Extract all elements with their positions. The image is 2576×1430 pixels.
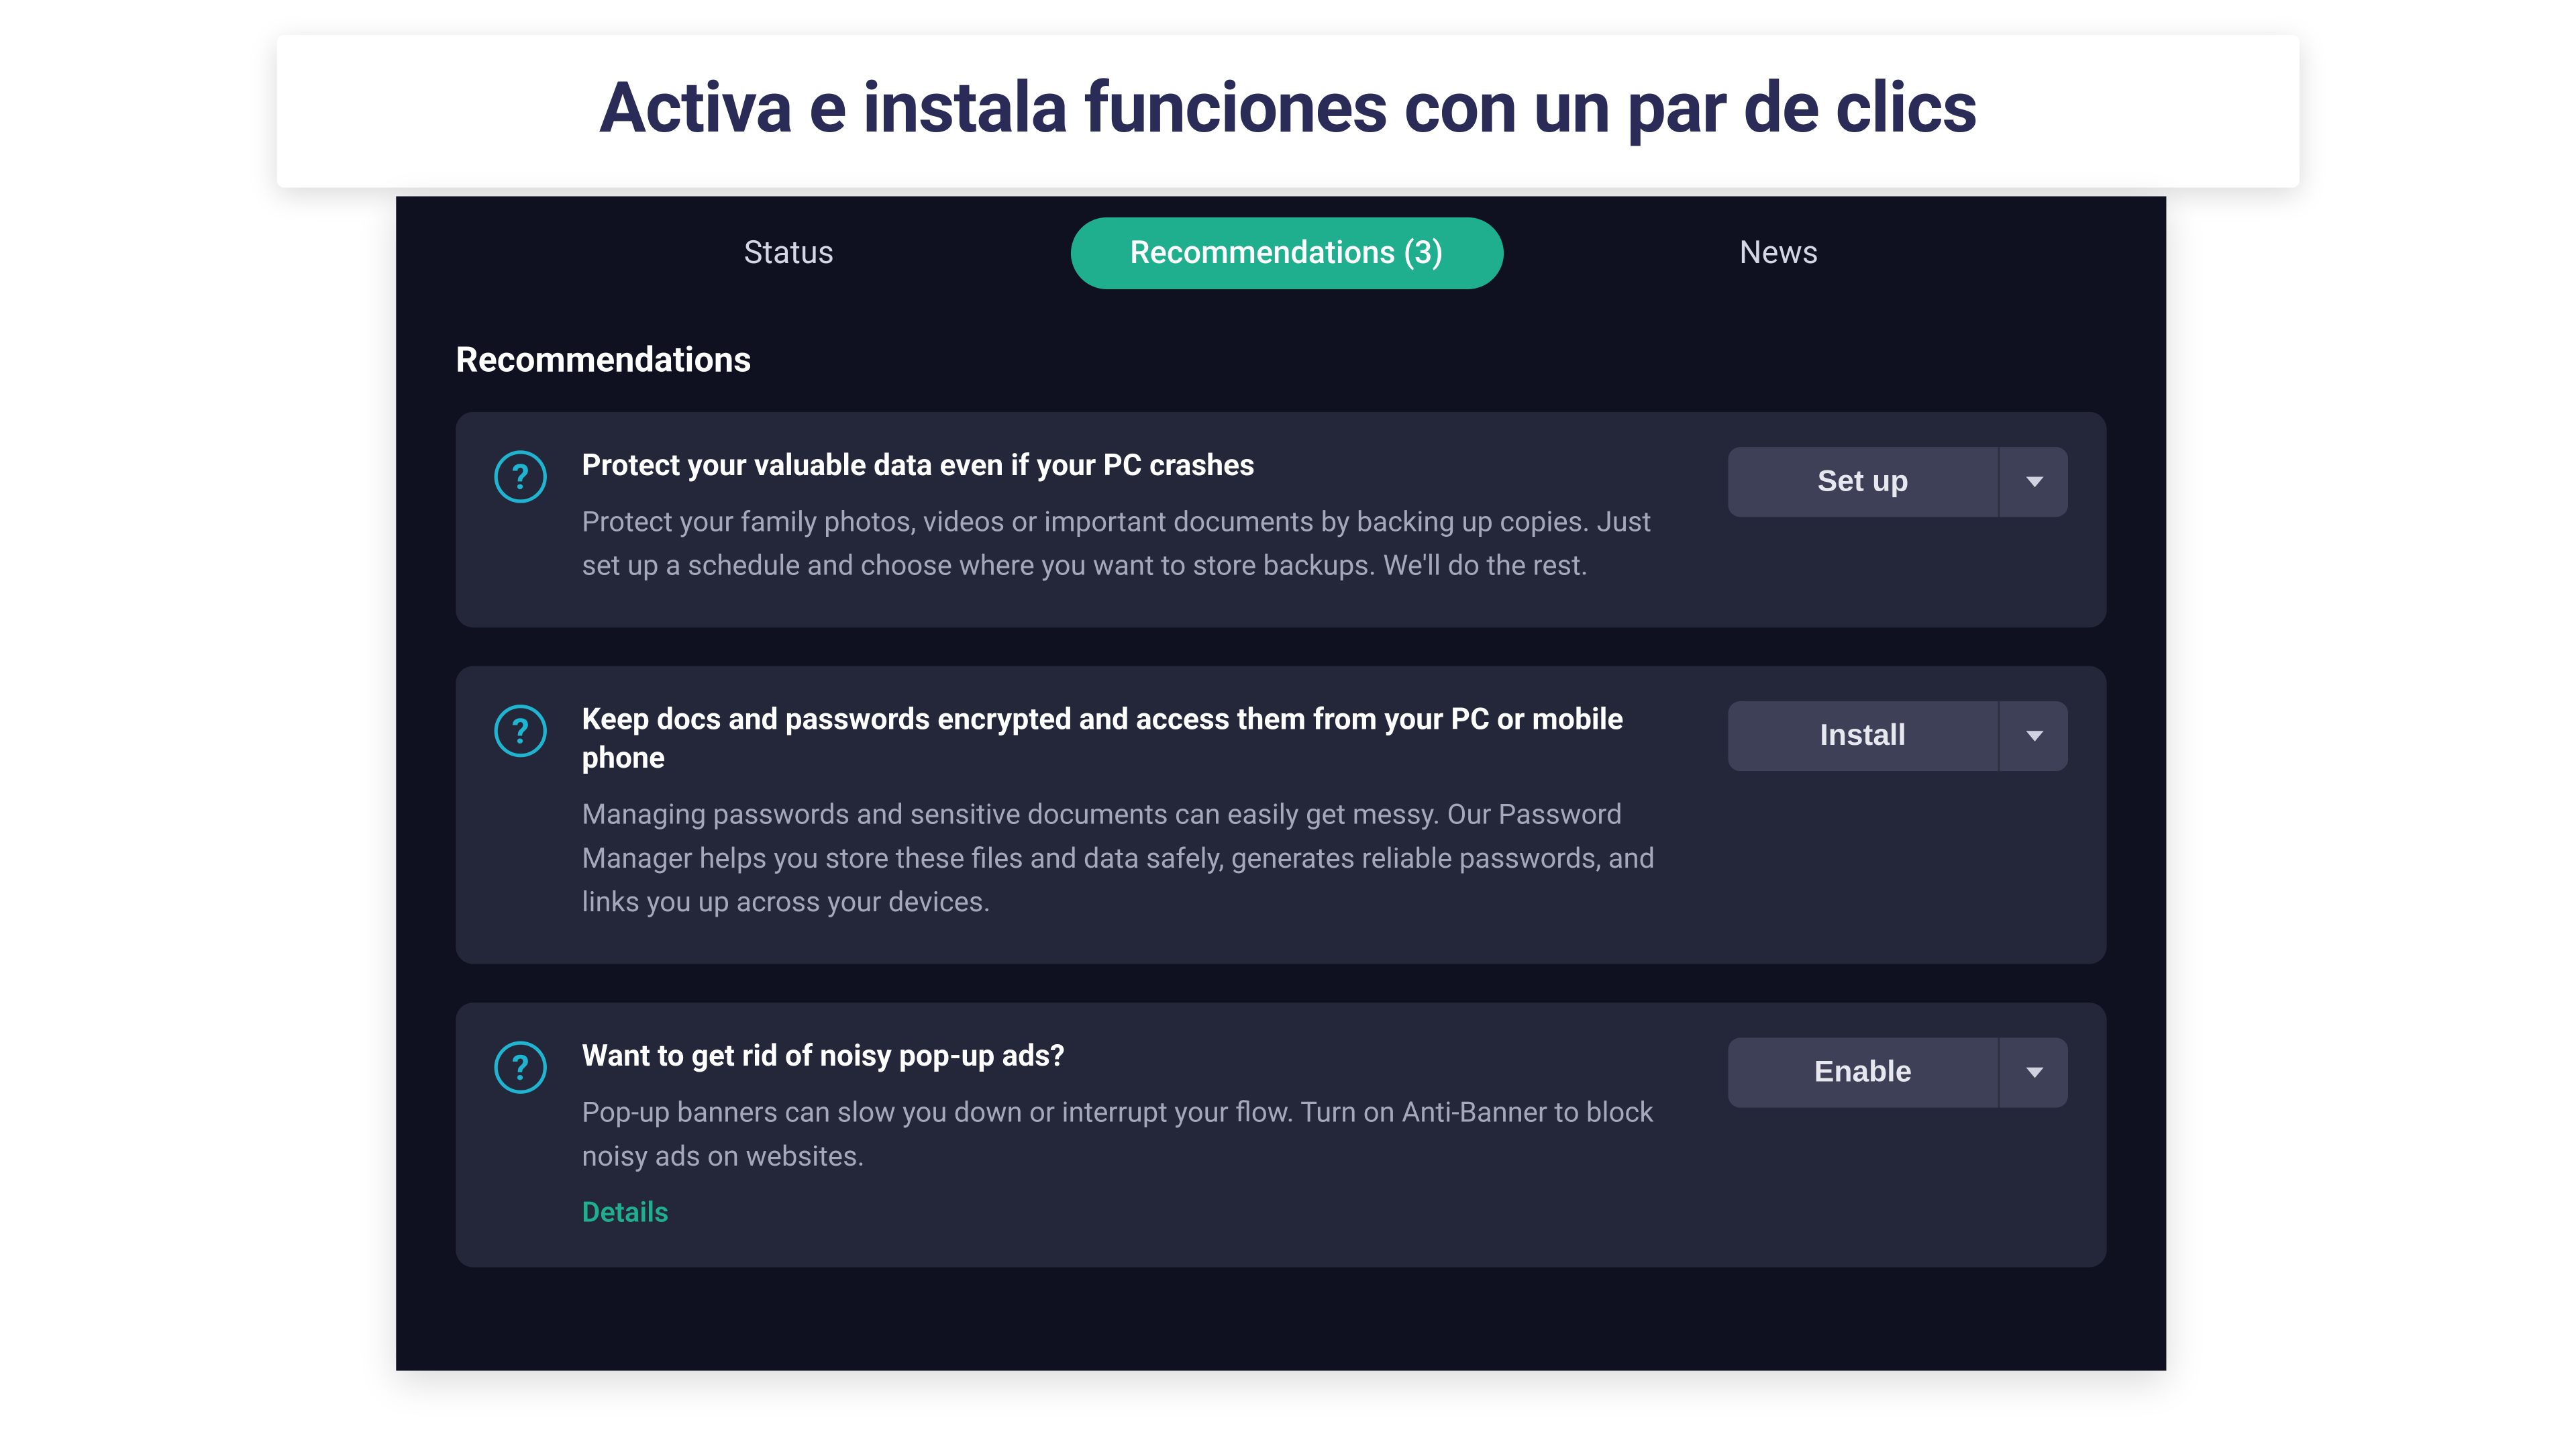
- card-title: Protect your valuable data even if your …: [582, 447, 1679, 487]
- install-button[interactable]: Install: [1728, 701, 1998, 770]
- card-title: Keep docs and passwords encrypted and ac…: [582, 701, 1679, 781]
- section-title: Recommendations: [456, 338, 2107, 380]
- chevron-down-icon: [2025, 730, 2043, 741]
- card-description: Protect your family photos, videos or im…: [582, 501, 1679, 589]
- action-button-group: Enable: [1728, 1037, 2068, 1107]
- card-body: Protect your valuable data even if your …: [582, 447, 1696, 588]
- card-description: Managing passwords and sensitive documen…: [582, 795, 1679, 925]
- card-actions: Enable: [1728, 1037, 2068, 1229]
- tab-status[interactable]: Status: [684, 217, 894, 289]
- action-dropdown-button[interactable]: [1998, 701, 2068, 770]
- help-icon: ?: [495, 704, 551, 760]
- card-title: Want to get rid of noisy pop-up ads?: [582, 1037, 1679, 1078]
- help-icon: ?: [495, 1041, 551, 1097]
- action-dropdown-button[interactable]: [1998, 1037, 2068, 1107]
- setup-button[interactable]: Set up: [1728, 447, 1998, 517]
- help-icon: ?: [495, 450, 551, 507]
- details-link[interactable]: Details: [582, 1196, 668, 1229]
- recommendation-card: ? Protect your valuable data even if you…: [456, 412, 2107, 627]
- action-button-group: Set up: [1728, 447, 2068, 517]
- chevron-down-icon: [2025, 476, 2043, 487]
- card-body: Want to get rid of noisy pop-up ads? Pop…: [582, 1037, 1696, 1229]
- card-description: Pop-up banners can slow you down or inte…: [582, 1092, 1679, 1179]
- tab-news[interactable]: News: [1680, 217, 1878, 289]
- card-actions: Set up: [1728, 447, 2068, 588]
- recommendation-card: ? Keep docs and passwords encrypted and …: [456, 665, 2107, 964]
- recommendation-card: ? Want to get rid of noisy pop-up ads? P…: [456, 1003, 2107, 1268]
- enable-button[interactable]: Enable: [1728, 1037, 1998, 1107]
- action-dropdown-button[interactable]: [1998, 447, 2068, 517]
- card-body: Keep docs and passwords encrypted and ac…: [582, 701, 1696, 925]
- tab-recommendations[interactable]: Recommendations (3): [1070, 217, 1503, 289]
- caption-banner: Activa e instala funciones con un par de…: [277, 35, 2300, 187]
- tab-bar: Status Recommendations (3) News: [456, 197, 2107, 325]
- action-button-group: Install: [1728, 701, 2068, 770]
- app-window: Status Recommendations (3) News Recommen…: [396, 197, 2166, 1371]
- card-actions: Install: [1728, 701, 2068, 925]
- caption-text: Activa e instala funciones con un par de…: [340, 66, 2236, 149]
- chevron-down-icon: [2025, 1067, 2043, 1078]
